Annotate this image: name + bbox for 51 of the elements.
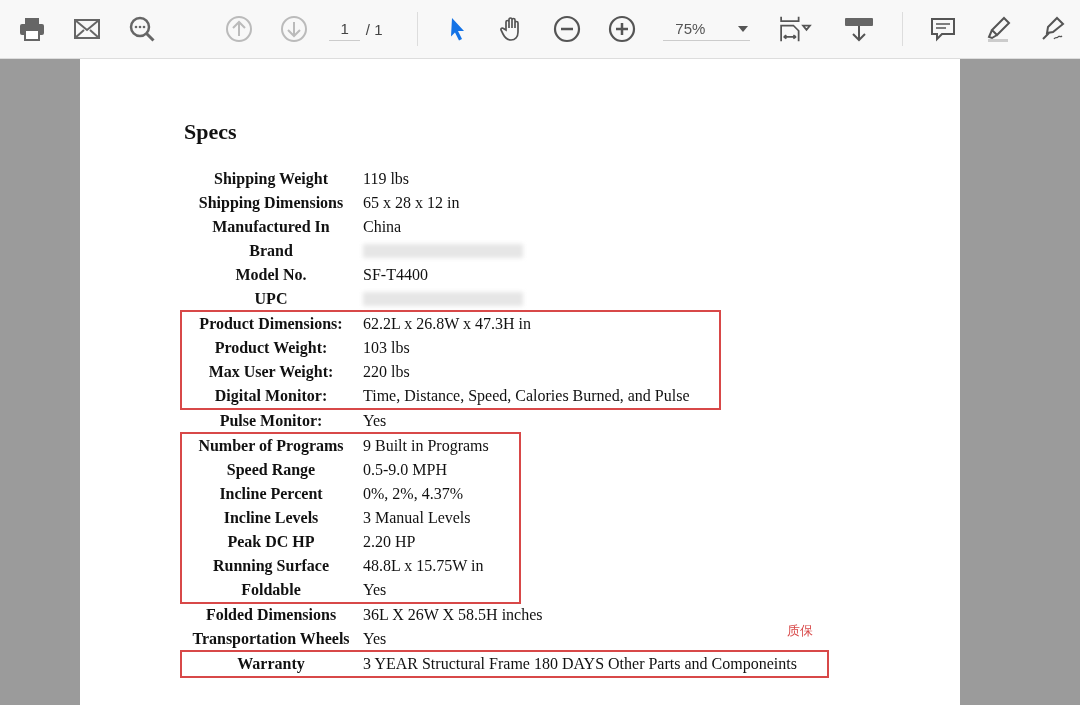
spec-label: Speed Range — [225, 461, 317, 479]
spec-label: Manufactured In — [211, 218, 331, 236]
spec-value: Yes — [363, 581, 387, 599]
spec-label: Running Surface — [212, 557, 330, 575]
spec-value: 48.8L x 15.75W in — [363, 557, 484, 575]
spec-label: Incline Percent — [218, 485, 324, 503]
spec-label: Incline Levels — [222, 509, 320, 527]
spec-value: 9 Built in Programs — [363, 437, 489, 455]
spec-label: Product Dimensions: — [198, 315, 344, 333]
spec-label: Peak DC HP — [226, 533, 316, 551]
spec-label: Shipping Weight — [213, 170, 329, 188]
spec-value: 0%, 2%, 4.37% — [363, 485, 463, 503]
print-icon[interactable] — [18, 15, 46, 43]
comment-icon[interactable] — [929, 15, 957, 43]
heading: Specs — [184, 119, 237, 145]
annotation-note: 质保 — [786, 622, 813, 640]
page-number-field[interactable]: 1 — [329, 17, 360, 41]
spec-value: 103 lbs — [363, 339, 410, 357]
zoom-dropdown[interactable]: 75% — [663, 17, 751, 41]
spec-label: Max User Weight: — [207, 363, 335, 381]
spec-value: 3 Manual Levels — [363, 509, 471, 527]
spec-value: 2.20 HP — [363, 533, 416, 551]
spec-value: SF-T4400 — [363, 266, 428, 284]
caret-icon — [738, 25, 749, 32]
spec-value: 62.2L x 26.8W x 47.3H in — [363, 315, 531, 333]
zoom-out-icon[interactable] — [553, 15, 582, 43]
spec-value: 3 YEAR Structural Frame 180 DAYS Other Parts and Componeints — [363, 655, 797, 673]
spec-label: Product Weight: — [213, 339, 329, 357]
spec-label: Warranty — [236, 655, 306, 673]
spec-value: 220 lbs — [363, 363, 410, 381]
zoom-in-icon[interactable] — [608, 15, 637, 43]
spec-value: 0.5-9.0 MPH — [363, 461, 447, 479]
search-icon[interactable] — [128, 15, 156, 43]
spec-value: Time, Distance, Speed, Calories Burned, and Pulse — [363, 387, 690, 405]
spec-value: 36L X 26W X 58.5H inches — [363, 606, 543, 624]
spec-label: Transportation Wheels — [191, 630, 351, 648]
spec-label: Model No. — [234, 266, 308, 284]
spec-value: 65 x 28 x 12 in — [363, 194, 460, 212]
spec-label: Number of Programs — [197, 437, 345, 455]
page-total: / 1 — [365, 20, 383, 38]
spec-value: China — [363, 218, 402, 236]
spec-label: Shipping Dimensions — [197, 194, 345, 212]
spec-label: Foldable — [240, 581, 302, 599]
spec-label: Digital Monitor: — [213, 387, 329, 405]
spec-value: 119 lbs — [363, 170, 410, 188]
spec-label: Brand — [248, 242, 294, 260]
spec-value: Yes — [363, 630, 387, 648]
spec-label: Pulse Monitor: — [218, 412, 324, 430]
spec-label: Folded Dimensions — [204, 606, 338, 624]
spec-value: Yes — [363, 412, 387, 430]
spec-label: UPC — [253, 290, 289, 308]
